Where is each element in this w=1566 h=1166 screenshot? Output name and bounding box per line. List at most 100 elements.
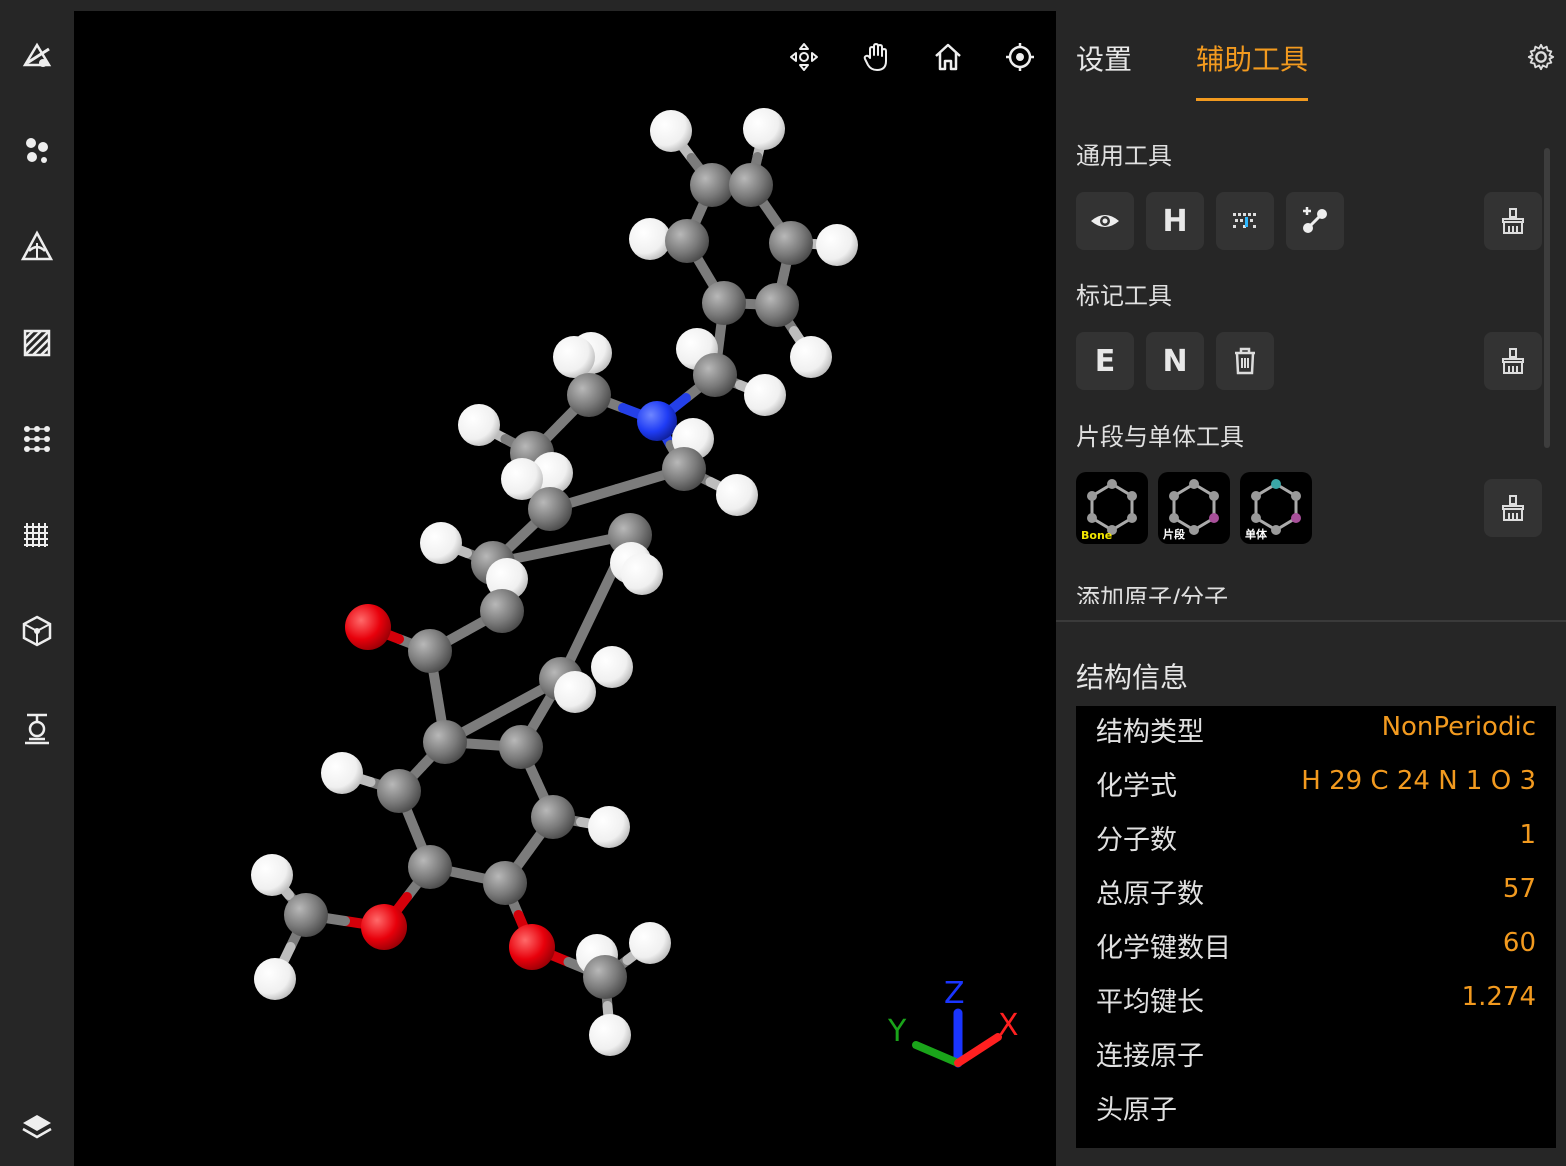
info-value: 1 bbox=[1519, 820, 1536, 850]
section-add-title: 添加原子/分子 bbox=[1076, 584, 1229, 604]
fragment-monomer-button[interactable]: 单体 bbox=[1240, 472, 1312, 544]
atom-h[interactable] bbox=[458, 404, 500, 446]
atom-h[interactable] bbox=[553, 336, 595, 378]
structure-info-title: 结构信息 bbox=[1076, 661, 1189, 694]
broom-icon bbox=[1502, 495, 1524, 521]
info-row: 总原子数 57 bbox=[1076, 868, 1556, 922]
target-icon[interactable] bbox=[1000, 37, 1040, 77]
atom-h[interactable] bbox=[790, 336, 832, 378]
mark-e-button[interactable]: E bbox=[1076, 332, 1134, 390]
atom-h[interactable] bbox=[321, 752, 363, 794]
fragment-monomer-label: 单体 bbox=[1245, 528, 1267, 541]
atom-h[interactable] bbox=[744, 374, 786, 416]
cube-icon[interactable] bbox=[14, 608, 60, 654]
atom-h[interactable] bbox=[588, 806, 630, 848]
atom-o[interactable] bbox=[509, 924, 555, 970]
fragment-piece-label: 片段 bbox=[1163, 528, 1185, 541]
axis-gizmo: Z Y X bbox=[887, 976, 1019, 1068]
clear-general-tools-button[interactable] bbox=[1484, 192, 1542, 250]
tools-scrollbar[interactable] bbox=[1544, 148, 1550, 448]
atom-c[interactable] bbox=[702, 281, 746, 325]
y-axis bbox=[912, 1041, 962, 1067]
y-axis-label: Y bbox=[887, 1014, 907, 1049]
fragment-bone-label: Bone bbox=[1081, 529, 1113, 542]
info-value: 1.274 bbox=[1461, 982, 1536, 1012]
left-sidebar bbox=[0, 0, 74, 1166]
bond-edit-icon[interactable] bbox=[1286, 192, 1344, 250]
molecule-viewer[interactable]: Z Y X bbox=[74, 11, 1056, 1166]
hand-icon[interactable] bbox=[856, 37, 896, 77]
info-key: 头原子 bbox=[1096, 1095, 1177, 1126]
atom-c[interactable] bbox=[755, 283, 799, 327]
atom-h[interactable] bbox=[621, 553, 663, 595]
cone-icon[interactable] bbox=[14, 224, 60, 270]
atom-c[interactable] bbox=[567, 373, 611, 417]
atom-c[interactable] bbox=[483, 861, 527, 905]
layers-icon[interactable] bbox=[14, 1104, 60, 1150]
hydrogen-toggle-button[interactable]: H bbox=[1146, 192, 1204, 250]
active-tab-underline bbox=[1196, 98, 1308, 101]
surface-icon[interactable] bbox=[14, 320, 60, 366]
atom-c[interactable] bbox=[665, 219, 709, 263]
home-icon[interactable] bbox=[928, 37, 968, 77]
fragment-piece-button[interactable]: 片段 bbox=[1158, 472, 1230, 544]
atom-h[interactable] bbox=[716, 474, 758, 516]
atom-h[interactable] bbox=[420, 522, 462, 564]
atom-c[interactable] bbox=[583, 955, 627, 999]
eye-icon[interactable] bbox=[1076, 192, 1134, 250]
atom-c[interactable] bbox=[377, 769, 421, 813]
atom-c[interactable] bbox=[284, 893, 328, 937]
atom-h[interactable] bbox=[589, 1014, 631, 1056]
atom-o[interactable] bbox=[345, 604, 391, 650]
atom-o[interactable] bbox=[361, 904, 407, 950]
atom-n[interactable] bbox=[637, 401, 677, 441]
grid-icon[interactable] bbox=[14, 416, 60, 462]
atom-h[interactable] bbox=[591, 646, 633, 688]
atom-h[interactable] bbox=[816, 224, 858, 266]
atom-h[interactable] bbox=[743, 108, 785, 150]
atom-c[interactable] bbox=[528, 487, 572, 531]
move-icon[interactable] bbox=[784, 37, 824, 77]
clear-marker-tools-button[interactable] bbox=[1484, 332, 1542, 390]
clear-fragment-tools-button[interactable] bbox=[1484, 479, 1542, 537]
atom-c[interactable] bbox=[662, 447, 706, 491]
atom-h[interactable] bbox=[650, 110, 692, 152]
section-marker-title: 标记工具 bbox=[1076, 282, 1172, 310]
gear-icon[interactable] bbox=[1522, 38, 1560, 76]
mark-n-button[interactable]: N bbox=[1146, 332, 1204, 390]
atom-h[interactable] bbox=[629, 922, 671, 964]
atom-c[interactable] bbox=[693, 353, 737, 397]
trash-icon[interactable] bbox=[1216, 332, 1274, 390]
atom-h[interactable] bbox=[554, 671, 596, 713]
info-row: 化学式 H 29 C 24 N 1 O 3 bbox=[1076, 760, 1556, 814]
atom-h[interactable] bbox=[251, 854, 293, 896]
atom-c[interactable] bbox=[408, 629, 452, 673]
fragment-bone-button[interactable]: Bone bbox=[1076, 472, 1148, 544]
info-row: 平均键长 1.274 bbox=[1076, 976, 1556, 1030]
atom-c[interactable] bbox=[769, 221, 813, 265]
tab-settings[interactable]: 设置 bbox=[1076, 38, 1132, 78]
broom-icon bbox=[1502, 348, 1524, 374]
tab-tools[interactable]: 辅助工具 bbox=[1196, 38, 1308, 78]
info-key: 总原子数 bbox=[1096, 879, 1204, 910]
molecule-icon[interactable] bbox=[14, 128, 60, 174]
ruler-icon[interactable] bbox=[1216, 192, 1274, 250]
atom-c[interactable] bbox=[729, 163, 773, 207]
atom-c[interactable] bbox=[423, 720, 467, 764]
atom-h[interactable] bbox=[629, 218, 671, 260]
panel-tabs: 设置 辅助工具 bbox=[1056, 0, 1566, 110]
atom-c[interactable] bbox=[480, 589, 524, 633]
atom-c[interactable] bbox=[408, 845, 452, 889]
atom-c[interactable] bbox=[690, 163, 734, 207]
tools-scroll-area[interactable]: 通用工具 H 标记工具 E N 片段与单体工具 Bone 片段 单体 添加原子/… bbox=[1056, 122, 1566, 604]
atom-c[interactable] bbox=[531, 795, 575, 839]
lab-icon[interactable] bbox=[14, 704, 60, 750]
info-key: 化学式 bbox=[1096, 771, 1177, 802]
info-value: H 29 C 24 N 1 O 3 bbox=[1301, 766, 1536, 796]
atom-c[interactable] bbox=[499, 725, 543, 769]
crystal-icon[interactable] bbox=[14, 512, 60, 558]
info-row: 化学键数目 60 bbox=[1076, 922, 1556, 976]
atom-h[interactable] bbox=[254, 958, 296, 1000]
build-icon[interactable] bbox=[14, 32, 60, 78]
z-axis-label: Z bbox=[944, 976, 965, 1011]
